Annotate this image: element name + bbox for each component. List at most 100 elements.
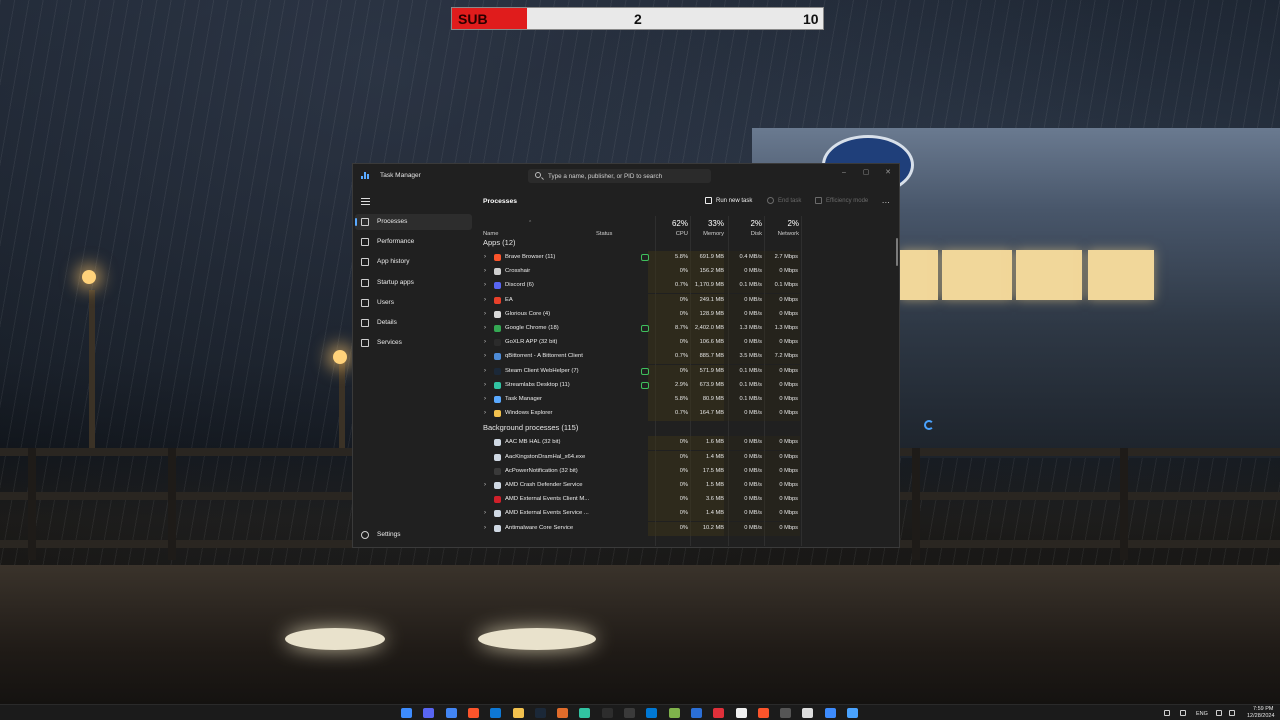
taskbar-app-icon[interactable] — [668, 708, 680, 718]
taskbar-explorer-icon[interactable] — [512, 708, 524, 718]
sidebar-item-services[interactable]: Services — [355, 335, 472, 351]
chevron-right-icon[interactable]: › — [484, 297, 486, 303]
taskbar-discord-icon[interactable] — [423, 708, 435, 718]
taskbar-app-icon[interactable] — [624, 708, 635, 718]
taskbar-brave-icon[interactable] — [467, 708, 479, 718]
taskbar-app-icon[interactable] — [824, 708, 836, 718]
process-row[interactable]: › Brave Browser (11) 5.8% 691.9 MB 0.4 MB/s 2… — [474, 251, 899, 265]
sidebar-item-label: Services — [377, 339, 402, 346]
taskbar-streamlabs-icon[interactable] — [579, 708, 591, 718]
taskbar-app-icon[interactable] — [802, 708, 814, 718]
tray-overflow-icon[interactable] — [1164, 710, 1170, 716]
maximize-button[interactable]: ▢ — [855, 166, 877, 180]
sidebar-item-startup-apps[interactable]: Startup apps — [355, 275, 472, 291]
taskbar-app-icon[interactable] — [557, 708, 569, 718]
rail-post — [168, 448, 176, 560]
process-row[interactable]: › Task Manager 5.8% 80.9 MB 0.1 MB/s 0 Mbps — [474, 393, 899, 407]
process-row[interactable]: › Steam Client WebHelper (7) 0% 571.9 MB 0.1… — [474, 364, 899, 379]
taskbar-app-icon[interactable] — [780, 708, 792, 718]
taskbar-app-icon[interactable] — [690, 708, 702, 718]
volume-icon[interactable] — [1229, 710, 1235, 716]
sidebar-item-users[interactable]: Users — [355, 295, 472, 311]
lit-window — [1088, 250, 1154, 300]
process-icon — [494, 467, 501, 475]
efficiency-mode-button[interactable]: Efficiency mode — [815, 197, 868, 204]
chevron-right-icon[interactable]: › — [484, 254, 486, 260]
chevron-right-icon[interactable]: › — [484, 311, 486, 317]
chevron-right-icon[interactable]: › — [484, 325, 486, 331]
hamburger-menu-icon[interactable] — [361, 198, 370, 205]
process-row[interactable]: › Discord (6) 0.7% 1,170.9 MB 0.1 MB/s 0.1 Mb… — [474, 279, 899, 294]
process-row[interactable]: › Streamlabs Desktop (11) 2.9% 673.9 MB 0.1 … — [474, 378, 899, 393]
chevron-right-icon[interactable]: › — [484, 282, 486, 288]
process-row[interactable]: AAC MB HAL (32 bit) 0% 1.6 MB 0 MB/s 0 Mbps — [474, 436, 899, 451]
sidebar-item-details[interactable]: Details — [355, 315, 472, 331]
process-name: Task Manager — [505, 396, 542, 402]
chevron-right-icon[interactable]: › — [484, 339, 486, 345]
wifi-icon[interactable] — [1216, 710, 1222, 716]
chevron-right-icon[interactable]: › — [484, 396, 486, 402]
sidebar-item-app-history[interactable]: App history — [355, 254, 472, 270]
taskbar-goxlr-icon[interactable] — [601, 708, 613, 718]
taskbar-steam-icon[interactable] — [534, 708, 546, 718]
process-row[interactable]: AacKingstonDramHal_x64.exe 0% 1.4 MB 0 MB/s… — [474, 450, 899, 465]
process-icon — [494, 282, 501, 290]
disk-value: 0.1 MB/s — [739, 367, 762, 374]
taskbar-app-icon[interactable] — [646, 708, 658, 718]
close-button[interactable]: ✕ — [877, 166, 899, 180]
taskbar-app-icon[interactable] — [735, 708, 747, 718]
scrollbar[interactable] — [896, 238, 898, 266]
end-task-button[interactable]: End task — [767, 197, 801, 204]
network-total[interactable]: 2% — [759, 219, 799, 228]
network-icon[interactable] — [1180, 710, 1186, 716]
chevron-right-icon[interactable]: › — [484, 353, 486, 359]
process-row[interactable]: › Google Chrome (18) 8.7% 2,402.0 MB 1.3 MB/… — [474, 322, 899, 336]
chevron-right-icon[interactable]: › — [484, 368, 486, 374]
taskbar-app-icon[interactable] — [757, 708, 769, 718]
disk-value: 0 MB/s — [744, 496, 762, 503]
process-row[interactable]: AcPowerNotification (32 bit) 0% 17.5 MB 0 M… — [474, 464, 899, 479]
more-options-icon[interactable]: ... — [882, 196, 890, 205]
chevron-right-icon[interactable]: › — [484, 382, 486, 388]
language-indicator[interactable]: ENG — [1196, 711, 1208, 717]
cpu-total[interactable]: 62% — [648, 219, 688, 228]
sidebar-item-settings[interactable]: Settings — [355, 527, 472, 543]
process-row[interactable]: › AMD Crash Defender Service 0% 1.5 MB 0 MB/… — [474, 479, 899, 493]
chevron-right-icon[interactable]: › — [484, 482, 486, 488]
clock-time[interactable]: 7:59 PM — [1253, 706, 1273, 712]
sort-arrow-icon: ⌃ — [528, 220, 533, 226]
process-row[interactable]: › Antimalware Core Service 0% 10.2 MB 0 MB/s… — [474, 521, 899, 536]
chevron-right-icon[interactable]: › — [484, 525, 486, 531]
process-row[interactable]: › qBittorrent - A Bittorrent Client 0.7% 88… — [474, 350, 899, 365]
rail-post — [912, 448, 920, 560]
search-box[interactable] — [528, 169, 711, 183]
title-bar[interactable]: Task Manager – ▢ ✕ — [353, 164, 899, 188]
taskbar-edge-icon[interactable] — [490, 708, 502, 718]
process-row[interactable]: › Crosshair 0% 156.2 MB 0 MB/s 0 Mbps — [474, 265, 899, 280]
chevron-right-icon[interactable]: › — [484, 268, 486, 274]
process-row[interactable]: › EA 0% 249.1 MB 0 MB/s 0 Mbps — [474, 293, 899, 308]
process-row[interactable]: › Windows Explorer 0.7% 164.7 MB 0 MB/s 0 Mbp… — [474, 407, 899, 422]
taskbar-app-icon[interactable] — [713, 708, 725, 718]
process-row[interactable]: › Glorious Core (4) 0% 128.9 MB 0 MB/s 0 Mbps — [474, 307, 899, 322]
search-input[interactable] — [548, 169, 708, 183]
taskbar-start-icon[interactable] — [401, 708, 412, 718]
taskbar-chrome-icon[interactable] — [445, 708, 457, 718]
run-new-task-button[interactable]: Run new task — [705, 197, 752, 204]
process-icon — [494, 453, 501, 461]
leaf-icon — [815, 197, 822, 204]
page-title: Processes — [483, 198, 518, 205]
process-row[interactable]: › GoXLR APP (32 bit) 0% 106.6 MB 0 MB/s 0 Mbp… — [474, 336, 899, 351]
process-row[interactable]: AMD External Events Client M... 0% 3.6 MB 0… — [474, 493, 899, 508]
minimize-button[interactable]: – — [833, 166, 855, 180]
clock-date[interactable]: 12/28/2024 — [1247, 713, 1275, 719]
process-icon — [494, 510, 501, 518]
process-name: AAC MB HAL (32 bit) — [505, 439, 561, 446]
chevron-right-icon[interactable]: › — [484, 410, 486, 416]
chevron-right-icon[interactable]: › — [484, 510, 486, 516]
process-row[interactable]: › AMD External Events Service ... 0% 1.4 MB… — [474, 507, 899, 522]
process-icon — [494, 254, 501, 261]
taskbar-task-manager-icon[interactable] — [847, 708, 858, 718]
sidebar-item-processes[interactable]: Processes — [355, 214, 472, 230]
sidebar-item-performance[interactable]: Performance — [355, 234, 472, 250]
